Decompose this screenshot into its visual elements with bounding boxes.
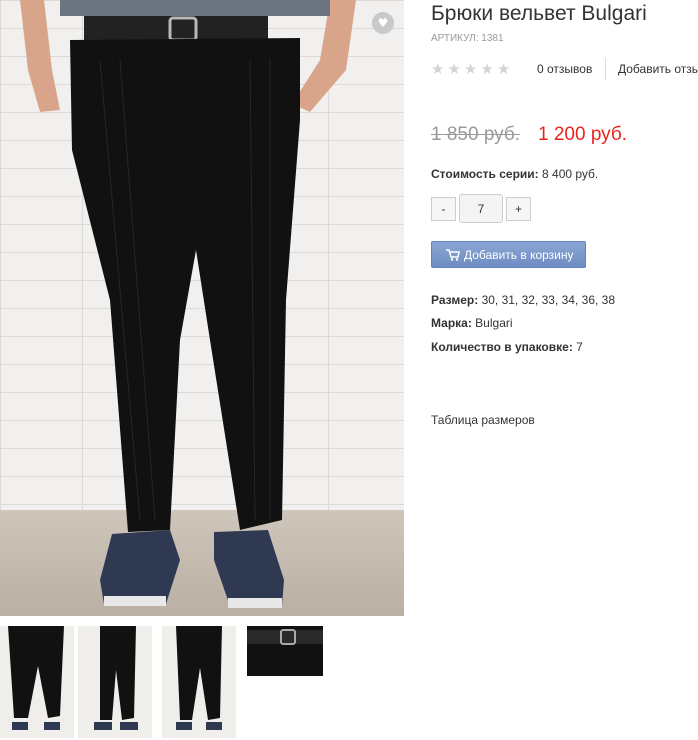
thumbnail-4[interactable]: [247, 626, 323, 676]
cart-icon: [446, 248, 460, 261]
add-to-cart-label: Добавить в корзину: [464, 247, 574, 262]
star-icon[interactable]: ★: [480, 60, 493, 78]
product-title: Брюки вельвет Bulgari: [431, 2, 647, 25]
wishlist-heart-icon[interactable]: ♥: [372, 12, 394, 34]
series-cost-value: 8 400 руб.: [542, 167, 599, 181]
attribute-label: Количество в упаковке:: [431, 340, 573, 354]
star-icon[interactable]: ★: [497, 60, 510, 78]
thumbnail-2[interactable]: [78, 626, 152, 738]
attribute-size: Размер: 30, 31, 32, 33, 34, 36, 38: [431, 293, 615, 307]
pants-illustration: [20, 0, 356, 608]
star-icon[interactable]: ★: [464, 60, 477, 78]
reviews-count-link[interactable]: 0 отзывов: [537, 62, 592, 76]
size-table-link[interactable]: Таблица размеров: [431, 413, 535, 427]
thumbnail-3[interactable]: [162, 626, 236, 738]
rating-stars[interactable]: ★ ★ ★ ★ ★: [431, 60, 510, 78]
thumbnail-1[interactable]: [0, 626, 74, 738]
series-cost-label: Стоимость серии:: [431, 167, 539, 181]
quantity-decrease-button[interactable]: -: [431, 197, 456, 221]
product-sku: АРТИКУЛ: 1381: [431, 33, 504, 44]
quantity-increase-button[interactable]: +: [506, 197, 531, 221]
attribute-value: Bulgari: [475, 316, 513, 330]
star-icon[interactable]: ★: [447, 60, 460, 78]
star-icon[interactable]: ★: [431, 60, 444, 78]
attribute-pack-quantity: Количество в упаковке: 7: [431, 340, 583, 354]
add-review-link[interactable]: Добавить отзыв: [618, 62, 698, 76]
attribute-label: Марка:: [431, 316, 472, 330]
attribute-value: 7: [576, 340, 583, 354]
add-to-cart-button[interactable]: Добавить в корзину: [431, 241, 586, 268]
series-cost: Стоимость серии: 8 400 руб.: [431, 167, 598, 181]
product-main-image[interactable]: ♥: [0, 0, 404, 616]
old-price: 1 850 руб.: [431, 124, 521, 145]
divider: [605, 58, 606, 80]
attribute-label: Размер:: [431, 293, 479, 307]
quantity-input[interactable]: [459, 194, 503, 223]
current-price: 1 200 руб.: [538, 124, 628, 145]
attribute-brand: Марка: Bulgari: [431, 316, 513, 330]
attribute-value: 30, 31, 32, 33, 34, 36, 38: [481, 293, 616, 307]
